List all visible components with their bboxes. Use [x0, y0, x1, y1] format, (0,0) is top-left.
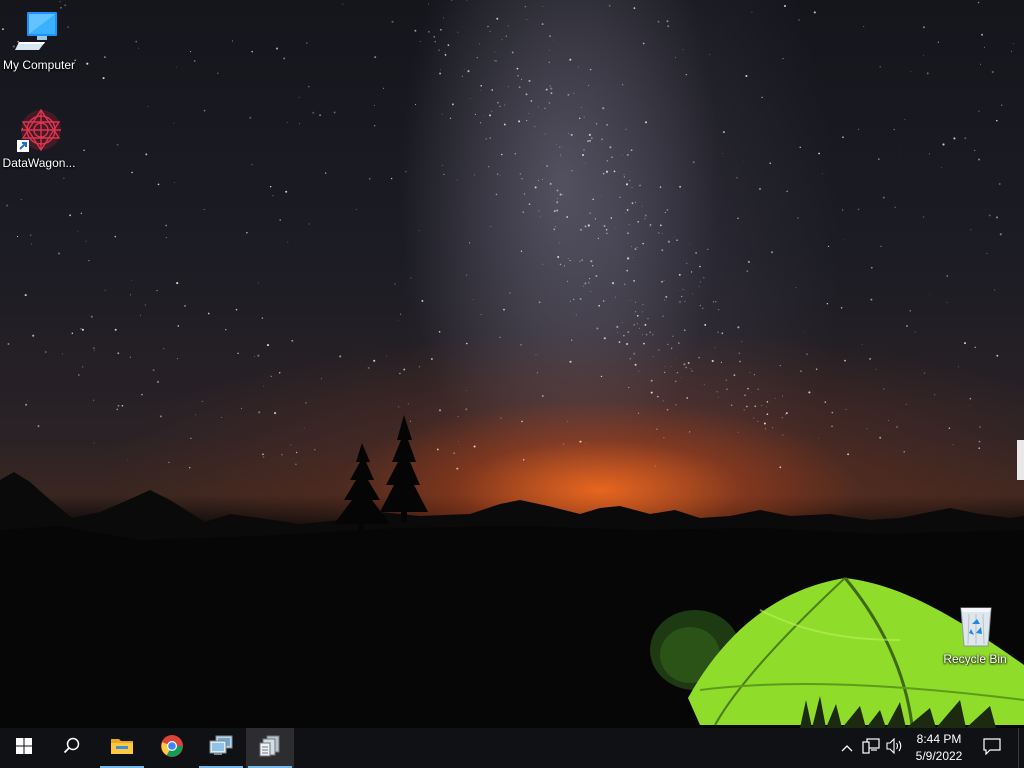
desktop-icon-recycle-bin[interactable]: Recycle Bin — [937, 602, 1013, 666]
chrome-button[interactable] — [148, 728, 196, 768]
network-icon — [862, 737, 880, 759]
clock-date: 5/9/2022 — [915, 749, 963, 763]
volume-button[interactable] — [884, 728, 906, 768]
remote-desktop-icon — [208, 735, 234, 762]
chevron-up-icon — [841, 739, 853, 757]
windows-logo-icon — [16, 737, 32, 759]
taskbar: 8:44 PM 5/9/2022 — [0, 728, 1024, 768]
desktop-icon-label: My Computer — [2, 58, 76, 72]
folder-icon — [110, 736, 134, 761]
action-center-icon — [983, 737, 1001, 760]
computer-icon — [15, 8, 63, 56]
edge-handle — [1017, 440, 1024, 480]
search-button[interactable] — [48, 728, 96, 768]
clock[interactable]: 8:44 PM 5/9/2022 — [906, 731, 972, 765]
remote-desktop-button[interactable] — [197, 728, 245, 768]
clock-time: 8:44 PM — [916, 732, 962, 746]
search-icon — [63, 737, 81, 760]
server-manager-button[interactable] — [246, 728, 294, 768]
action-center-button[interactable] — [978, 728, 1006, 768]
chrome-icon — [160, 734, 184, 763]
desktop-icon-label: Recycle Bin — [943, 652, 1007, 666]
datawagon-icon — [15, 106, 63, 154]
file-explorer-button[interactable] — [98, 728, 146, 768]
network-button[interactable] — [860, 728, 882, 768]
show-hidden-icons-button[interactable] — [838, 728, 856, 768]
start-button[interactable] — [0, 728, 48, 768]
desktop-wallpaper: My Computer DataWagon... Recycle Bin — [0, 0, 1024, 728]
landscape-silhouette — [0, 415, 1024, 728]
server-manager-icon — [258, 734, 282, 763]
desktop-icon-my-computer[interactable]: My Computer — [1, 8, 77, 72]
recycle-bin-icon — [951, 602, 999, 650]
show-desktop-button[interactable] — [1018, 728, 1024, 768]
desktop-icon-label: DataWagon... — [2, 156, 76, 170]
volume-icon — [886, 737, 904, 759]
desktop-icon-datawagon[interactable]: DataWagon... — [1, 106, 77, 170]
